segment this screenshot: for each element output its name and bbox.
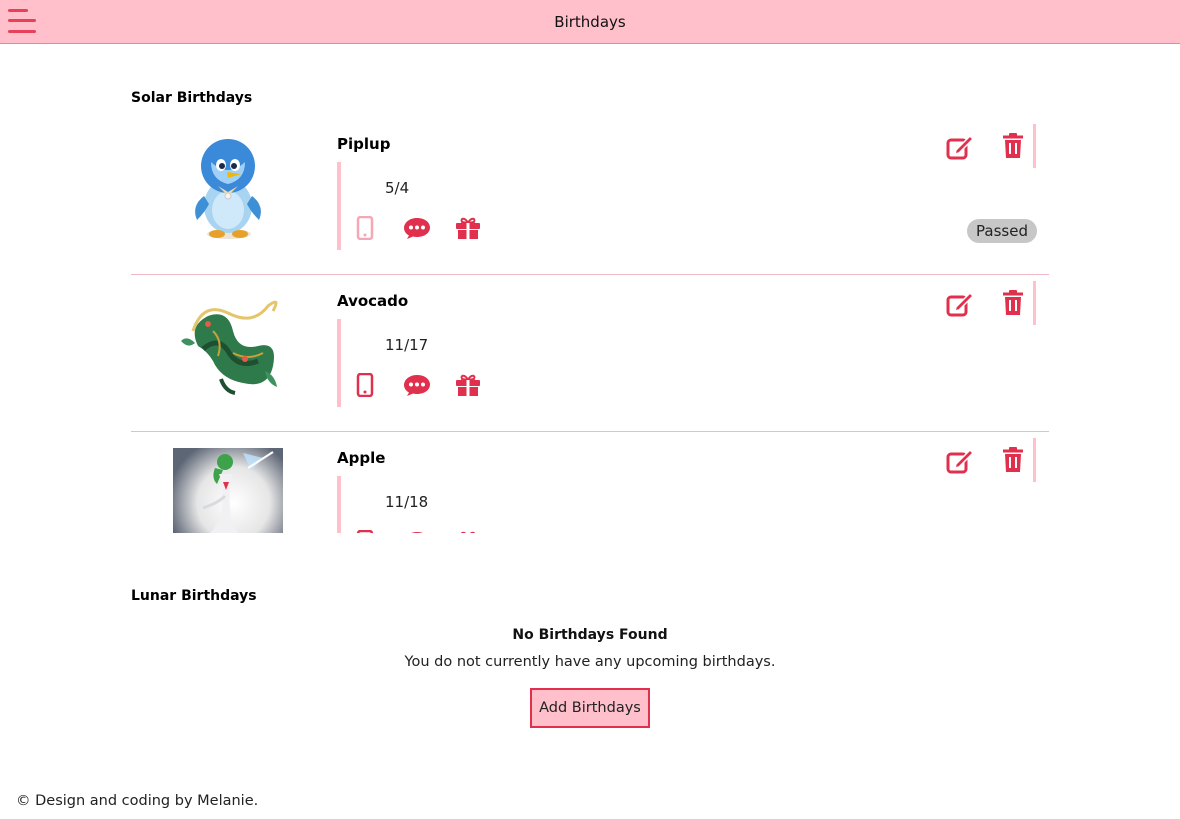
birthday-details: 5/4 Passed bbox=[337, 162, 1037, 250]
add-birthdays-button[interactable]: Add Birthdays bbox=[530, 688, 650, 728]
page-title: Birthdays bbox=[554, 13, 626, 31]
birthday-date: 11/18 bbox=[385, 493, 429, 511]
phone-icon[interactable] bbox=[355, 373, 375, 397]
avatar bbox=[181, 300, 278, 395]
empty-state-text: You do not currently have any upcoming b… bbox=[404, 654, 776, 670]
footer-credit: © Design and coding by Melanie. bbox=[16, 793, 259, 809]
edit-icon[interactable] bbox=[946, 448, 974, 474]
phone-icon[interactable] bbox=[355, 216, 375, 240]
top-app-bar: Birthdays bbox=[0, 0, 1180, 44]
phone-icon[interactable] bbox=[355, 530, 375, 533]
birthday-details: 11/17 bbox=[337, 319, 1037, 407]
birthday-card: Piplup 5/4 Passed bbox=[131, 118, 1049, 275]
message-icon[interactable] bbox=[403, 530, 431, 533]
status-badge: Passed bbox=[967, 219, 1037, 243]
birthday-card: Avocado 11/17 bbox=[131, 275, 1049, 432]
solar-birthday-list[interactable]: Piplup 5/4 Passed Avocado 11/17 Apple 11… bbox=[131, 118, 1049, 533]
birthday-name: Piplup bbox=[337, 135, 391, 153]
avatar bbox=[195, 139, 261, 239]
trash-icon[interactable] bbox=[999, 133, 1027, 159]
gift-icon[interactable] bbox=[455, 530, 481, 533]
birthday-date: 11/17 bbox=[385, 336, 429, 354]
birthday-date: 5/4 bbox=[385, 179, 410, 197]
lunar-birthdays-heading: Lunar Birthdays bbox=[131, 588, 257, 604]
birthday-card: Apple 11/18 bbox=[131, 432, 1049, 533]
birthday-details: 11/18 bbox=[337, 476, 1037, 533]
gift-icon[interactable] bbox=[455, 373, 481, 397]
avatar bbox=[173, 448, 283, 533]
trash-icon[interactable] bbox=[999, 447, 1027, 473]
edit-icon[interactable] bbox=[946, 134, 974, 160]
message-icon[interactable] bbox=[403, 216, 431, 240]
empty-state-title: No Birthdays Found bbox=[512, 627, 668, 643]
edit-icon[interactable] bbox=[946, 291, 974, 317]
gift-icon[interactable] bbox=[455, 216, 481, 240]
message-icon[interactable] bbox=[403, 373, 431, 397]
trash-icon[interactable] bbox=[999, 290, 1027, 316]
birthday-name: Avocado bbox=[337, 292, 409, 310]
solar-birthdays-heading: Solar Birthdays bbox=[131, 90, 253, 106]
birthday-name: Apple bbox=[337, 449, 386, 467]
